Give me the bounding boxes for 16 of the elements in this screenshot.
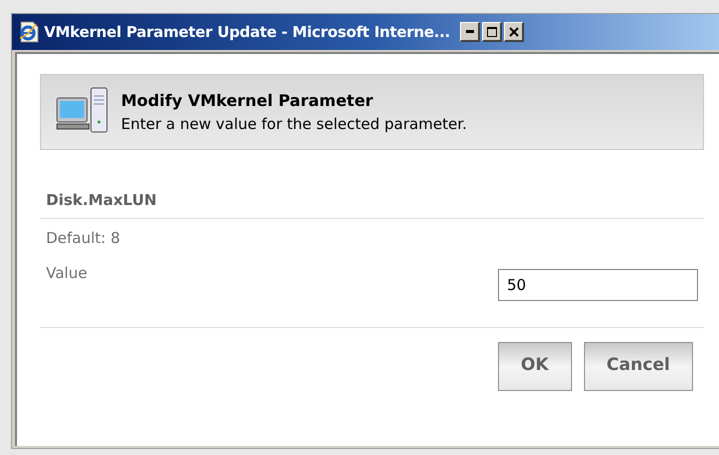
parameter-name: Disk.MaxLUN xyxy=(46,191,157,209)
browser-icon xyxy=(18,20,40,44)
header-title: Modify VMkernel Parameter xyxy=(121,90,374,112)
maximize-button[interactable] xyxy=(482,22,502,42)
window-title: VMkernel Parameter Update - Microsoft Interne... xyxy=(44,22,450,43)
maximize-icon xyxy=(486,26,497,36)
close-button[interactable] xyxy=(504,22,524,42)
header-subtitle: Enter a new value for the selected parameter. xyxy=(121,114,467,135)
default-value: Default: 8 xyxy=(45,228,122,249)
minimize-icon xyxy=(466,30,474,33)
ok-button[interactable]: OK xyxy=(498,342,572,390)
value-label: Value xyxy=(45,262,88,284)
minimize-button[interactable] xyxy=(460,22,480,42)
value-field[interactable]: 50 xyxy=(498,268,698,300)
cancel-button[interactable]: Cancel xyxy=(584,342,693,390)
close-icon xyxy=(508,26,519,36)
